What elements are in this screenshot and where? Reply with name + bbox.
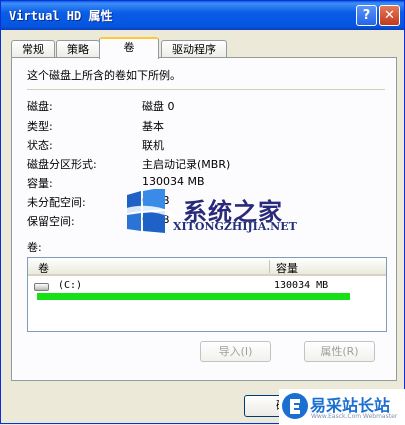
tab-driver[interactable]: 驱动程序	[161, 40, 227, 58]
watermark: 系统之家 XITONGZHIJIA.NET	[121, 189, 311, 239]
tab-volumes[interactable]: 卷	[99, 37, 159, 59]
capacity-value: 130034 MB	[142, 175, 205, 188]
drive-icon	[34, 283, 49, 291]
properties-dialog: Virtual HD 属性 ? ✕ 常规 策略 卷 驱动程序 这个磁盘上所含的卷…	[0, 0, 405, 425]
tab-policies[interactable]: 策略	[56, 40, 100, 58]
divider	[27, 89, 385, 90]
volume-capacity: 130034 MB	[274, 280, 329, 291]
disk-value: 磁盘 0	[142, 100, 175, 113]
reserved-label: 保留空间:	[27, 215, 75, 228]
brand-subtext: Www.Easck.Com Webmaster	[311, 413, 398, 420]
partition-style-value: 主启动记录(MBR)	[142, 158, 231, 171]
column-separator[interactable]	[269, 260, 270, 273]
status-value: 联机	[142, 139, 164, 152]
panel-description: 这个磁盘上所含的卷如下所例。	[27, 69, 181, 82]
type-value: 基本	[142, 120, 164, 133]
partition-style-label: 磁盘分区形式:	[27, 158, 97, 171]
title-bar[interactable]: Virtual HD 属性 ? ✕	[1, 1, 404, 30]
volumes-label: 卷:	[27, 241, 42, 254]
watermark-logo-icon	[123, 189, 175, 233]
tab-general[interactable]: 常规	[11, 40, 55, 58]
volume-list-header: 卷 容量	[28, 258, 386, 276]
properties-button[interactable]: 属性(R)	[304, 341, 375, 362]
column-header-capacity[interactable]: 容量	[276, 260, 298, 275]
status-label: 状态:	[27, 139, 53, 152]
volume-name: (C:)	[58, 280, 83, 291]
unallocated-label: 未分配空间:	[27, 196, 86, 209]
highlight-bar	[37, 293, 350, 300]
watermark-en-text: XITONGZHIJIA.NET	[173, 220, 297, 233]
capacity-label: 容量:	[27, 177, 53, 190]
disk-label: 磁盘:	[27, 100, 53, 113]
type-label: 类型:	[27, 120, 53, 133]
column-header-volume[interactable]: 卷	[38, 260, 49, 275]
close-button[interactable]: ✕	[379, 5, 400, 26]
corner-brand: 易采站长站 Www.Easck.Com Webmaster	[279, 389, 405, 425]
brand-logo-icon	[282, 393, 308, 419]
import-button[interactable]: 导入(I)	[200, 341, 271, 362]
window-title: Virtual HD 属性	[9, 9, 113, 23]
help-button[interactable]: ?	[356, 5, 377, 26]
